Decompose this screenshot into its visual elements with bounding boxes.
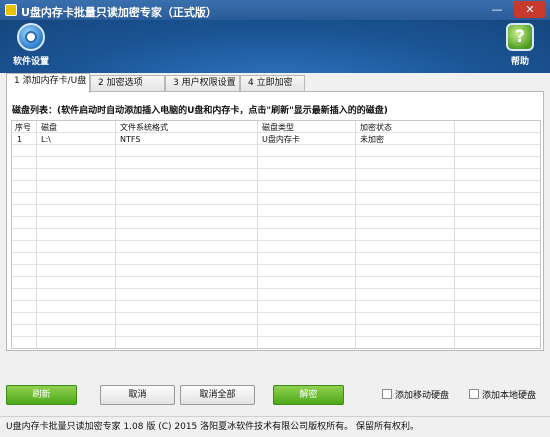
disk-table[interactable]: 序号 磁盘 文件系统格式 磁盘类型 加密状态 1 L:\ NTFS U盘内存卡 …	[11, 120, 541, 349]
window-title: U盘内存卡批量只读加密专家（正式版）	[21, 6, 217, 19]
add-local-disk-label: 添加本地硬盘	[482, 391, 537, 401]
help-icon: ?	[506, 23, 534, 51]
row-filesystem: NTFS	[120, 135, 141, 144]
toolbar: 软件设置 ? 帮助	[0, 20, 550, 73]
tab-encrypt-now[interactable]: 4 立即加密	[240, 75, 305, 92]
column-divider	[355, 121, 356, 348]
column-divider	[36, 121, 37, 348]
title-bar: U盘内存卡批量只读加密专家（正式版） — ✕	[0, 0, 550, 20]
row-disk: L:\	[41, 135, 51, 144]
row-encrypt-status: 未加密	[360, 135, 384, 144]
table-header: 序号 磁盘 文件系统格式 磁盘类型 加密状态	[12, 121, 540, 134]
column-divider	[454, 121, 455, 348]
refresh-button[interactable]: 刷新	[6, 385, 77, 405]
row-disk-type: U盘内存卡	[262, 135, 300, 144]
decrypt-button[interactable]: 解密	[273, 385, 344, 405]
cancel-all-button[interactable]: 取消全部	[180, 385, 255, 405]
add-mobile-disk-label: 添加移动硬盘	[395, 391, 450, 401]
add-mobile-disk-checkbox[interactable]: 添加移动硬盘	[382, 389, 449, 401]
help-label: 帮助	[510, 57, 529, 67]
checkbox-box[interactable]	[469, 389, 479, 399]
status-bar: U盘内存卡批量只读加密专家 1.08 版 (C) 2015 洛阳夏冰软件技术有限…	[0, 416, 550, 437]
app-icon	[5, 4, 17, 16]
add-local-disk-checkbox[interactable]: 添加本地硬盘	[469, 389, 536, 401]
tab-user-permissions[interactable]: 3 用户权限设置	[165, 75, 240, 92]
disk-list-panel: 磁盘列表：(软件启动时自动添加插入电脑的U盘和内存卡，点击"刷新"显示最新插入的…	[6, 91, 544, 351]
column-divider	[257, 121, 258, 348]
settings-label: 软件设置	[12, 57, 49, 67]
tab-encrypt-options[interactable]: 2 加密选项	[90, 75, 165, 92]
column-divider	[115, 121, 116, 348]
help-button[interactable]: ? 帮助	[498, 23, 542, 71]
header-encrypt-status[interactable]: 加密状态	[360, 122, 392, 134]
close-button[interactable]: ✕	[514, 1, 546, 18]
header-index[interactable]: 序号	[15, 122, 31, 134]
header-disk[interactable]: 磁盘	[41, 122, 57, 134]
settings-button[interactable]: 软件设置	[9, 23, 53, 71]
cancel-button[interactable]: 取消	[100, 385, 175, 405]
header-filesystem[interactable]: 文件系统格式	[120, 122, 168, 134]
row-index: 1	[17, 135, 23, 144]
gear-icon	[17, 23, 45, 51]
tab-add-disk[interactable]: 1 添加内存卡/U盘	[6, 73, 90, 93]
minimize-button[interactable]: —	[484, 1, 510, 18]
disk-list-info: 磁盘列表：(软件启动时自动添加插入电脑的U盘和内存卡，点击"刷新"显示最新插入的…	[12, 106, 388, 116]
main-area: 1 添加内存卡/U盘 2 加密选项 3 用户权限设置 4 立即加密 磁盘列表：(…	[0, 73, 550, 437]
checkbox-box[interactable]	[382, 389, 392, 399]
header-disk-type[interactable]: 磁盘类型	[262, 122, 294, 134]
